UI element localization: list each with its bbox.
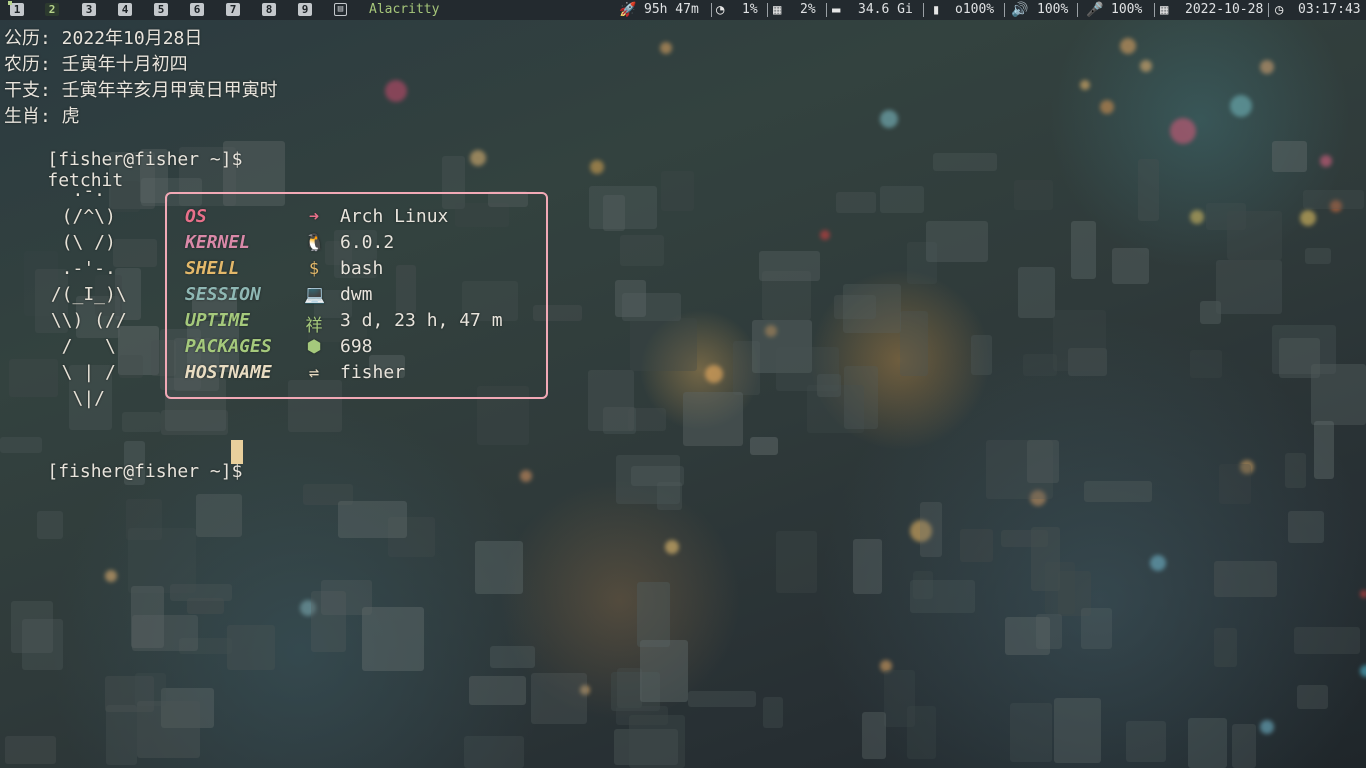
tag-4[interactable]: 4 — [118, 3, 132, 16]
arrow-circle-icon: ➜ — [308, 207, 320, 227]
prompt: [fisher@fisher ~]$ — [47, 149, 243, 170]
packages-value: 698 — [340, 336, 373, 357]
laptop-icon: 💻 — [304, 285, 326, 305]
window-title: Alacritty — [369, 2, 440, 17]
separator — [923, 3, 924, 17]
hostname-label: HOSTNAME — [185, 362, 272, 383]
shell-value: bash — [340, 258, 384, 279]
tag-7[interactable]: 7 — [226, 3, 240, 16]
kernel-label: KERNEL — [185, 232, 251, 253]
penguin-icon: 🐧 — [304, 233, 326, 253]
tag-6[interactable]: 6 — [190, 3, 204, 16]
ascii-line: (/^\) — [40, 206, 116, 227]
tag-2[interactable]: 2 — [45, 3, 59, 16]
prompt-line: [fisher@fisher ~]$ — [4, 440, 242, 503]
volume-value: 100% — [1037, 2, 1069, 17]
ascii-line: .-. — [40, 180, 106, 201]
mic-value: 100% — [1111, 2, 1143, 17]
os-label: OS — [185, 206, 207, 227]
signpost-icon: ⇌ — [308, 363, 320, 383]
layout-icon[interactable]: ▤ — [334, 3, 347, 16]
uptime-value: 95h 47m — [644, 2, 699, 17]
hostname-value: fisher — [340, 362, 406, 383]
ascii-line: \ | / — [40, 362, 116, 383]
folder-icon: ▬ — [832, 2, 841, 18]
calendar-solar-line: 公历: 2022年10月28日 — [4, 28, 203, 49]
separator — [1268, 3, 1269, 17]
ascii-line: (\ /) — [40, 232, 116, 253]
cpu-gauge-icon: ◔ — [716, 2, 725, 18]
battery-value: o100% — [955, 2, 995, 17]
disk-value: 34.6 Gi — [858, 2, 913, 17]
memory-value: 2% — [800, 2, 816, 17]
time-value: 03:17:43 — [1298, 2, 1361, 17]
terminal-window[interactable]: 公历: 2022年10月28日 农历: 壬寅年十月初四 干支: 壬寅年辛亥月甲寅… — [0, 20, 1366, 768]
session-label: SESSION — [185, 284, 261, 305]
ascii-line: .-'-. — [40, 258, 116, 279]
tag-3[interactable]: 3 — [82, 3, 96, 16]
microphone-icon: 🎤 — [1086, 2, 1104, 18]
ascii-line: \\) (// — [40, 310, 127, 331]
tag-1[interactable]: 1 — [8, 1, 24, 16]
uptime-value: 3 d, 23 h, 47 m — [340, 310, 503, 331]
package-icon: ⬢ — [306, 337, 322, 357]
uptime-label: UPTIME — [185, 310, 251, 331]
shell-label: SHELL — [185, 258, 240, 279]
os-value: Arch Linux — [340, 206, 449, 227]
dollar-icon: $ — [308, 259, 320, 279]
session-value: dwm — [340, 284, 373, 305]
kernel-value: 6.0.2 — [340, 232, 395, 253]
separator — [711, 3, 712, 17]
separator — [1004, 3, 1005, 17]
calendar-lunar-line: 农历: 壬寅年十月初四 — [4, 54, 188, 75]
volume-icon: 🔊 — [1011, 2, 1029, 18]
clock-icon: ◷ — [1275, 2, 1284, 18]
prompt: [fisher@fisher ~]$ — [47, 461, 243, 482]
rocket-icon: 🚀 — [619, 2, 637, 18]
terminal-cursor — [231, 440, 243, 464]
calendar-icon: ▦ — [1160, 2, 1169, 18]
date-value: 2022-10-28 — [1185, 2, 1264, 17]
tag-9[interactable]: 9 — [298, 3, 312, 16]
ascii-line: /(_I_)\ — [40, 284, 127, 305]
tag-5[interactable]: 5 — [154, 3, 168, 16]
separator — [826, 3, 827, 17]
battery-icon: ▮ — [932, 2, 941, 18]
separator — [767, 3, 768, 17]
uptime-icon: 祥 — [305, 316, 323, 336]
memory-icon: ▦ — [773, 2, 782, 18]
ascii-line: / \ — [40, 336, 116, 357]
cpu-value: 1% — [742, 2, 758, 17]
calendar-ganzhi-line: 干支: 壬寅年辛亥月甲寅日甲寅时 — [4, 80, 278, 101]
calendar-zodiac-line: 生肖: 虎 — [4, 106, 80, 127]
separator — [1077, 3, 1078, 17]
tag-8[interactable]: 8 — [262, 3, 276, 16]
status-bar: 1 2 3 4 5 6 7 8 9 ▤ Alacritty 🚀 95h 47m … — [0, 0, 1366, 20]
packages-label: PACKAGES — [185, 336, 272, 357]
ascii-line: \|/ — [40, 388, 106, 409]
fetch-info-box: OS ➜ Arch Linux KERNEL 🐧 6.0.2 SHELL $ b… — [165, 192, 548, 399]
separator — [1154, 3, 1155, 17]
